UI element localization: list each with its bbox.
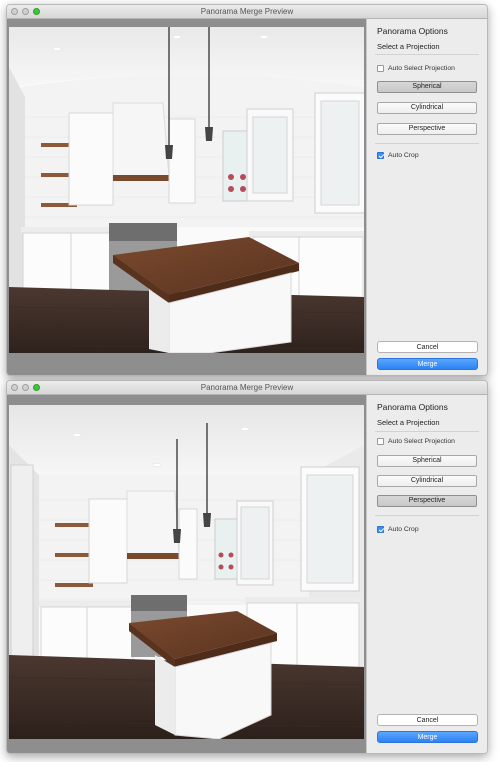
auto-select-projection-label: Auto Select Projection xyxy=(388,438,455,445)
panel-title: Panorama Options xyxy=(377,402,448,412)
window-title: Panorama Merge Preview xyxy=(200,7,294,16)
merge-button[interactable]: Merge xyxy=(377,731,478,743)
cylindrical-button[interactable]: Cylindrical xyxy=(377,475,477,487)
perspective-button[interactable]: Perspective xyxy=(377,495,477,507)
preview-area xyxy=(7,19,366,375)
checkbox-icon[interactable] xyxy=(377,526,384,533)
merge-button[interactable]: Merge xyxy=(377,358,478,370)
perspective-button[interactable]: Perspective xyxy=(377,123,477,135)
divider xyxy=(375,515,479,516)
auto-select-projection-checkbox[interactable]: Auto Select Projection xyxy=(377,65,455,72)
kitchen-photo-spherical xyxy=(9,27,364,353)
auto-crop-checkbox[interactable]: Auto Crop xyxy=(377,152,419,159)
title-bar[interactable]: Panorama Merge Preview xyxy=(7,381,487,395)
checkbox-icon[interactable] xyxy=(377,152,384,159)
panorama-options-panel: Panorama Options Select a Projection Aut… xyxy=(366,395,487,753)
projection-subtitle: Select a Projection xyxy=(377,418,440,427)
auto-crop-label: Auto Crop xyxy=(388,152,419,159)
auto-crop-checkbox[interactable]: Auto Crop xyxy=(377,526,419,533)
panorama-preview-image xyxy=(9,27,364,353)
auto-select-projection-checkbox[interactable]: Auto Select Projection xyxy=(377,438,455,445)
panel-title: Panorama Options xyxy=(377,26,448,36)
checkbox-icon[interactable] xyxy=(377,438,384,445)
window-title: Panorama Merge Preview xyxy=(200,383,294,392)
divider xyxy=(375,143,479,144)
spherical-button[interactable]: Spherical xyxy=(377,81,477,93)
cylindrical-button[interactable]: Cylindrical xyxy=(377,102,477,114)
auto-crop-label: Auto Crop xyxy=(388,526,419,533)
preview-area xyxy=(7,395,366,753)
cancel-button[interactable]: Cancel xyxy=(377,714,478,726)
kitchen-photo-perspective xyxy=(9,405,364,739)
projection-subtitle: Select a Projection xyxy=(377,42,440,51)
auto-select-projection-label: Auto Select Projection xyxy=(388,65,455,72)
panorama-merge-window-spherical: Panorama Merge Preview Panorama Options … xyxy=(6,4,488,376)
cancel-button[interactable]: Cancel xyxy=(377,341,478,353)
checkbox-icon[interactable] xyxy=(377,65,384,72)
panorama-preview-image xyxy=(9,405,364,739)
panorama-merge-window-perspective: Panorama Merge Preview Panorama Options … xyxy=(6,380,488,754)
title-bar[interactable]: Panorama Merge Preview xyxy=(7,5,487,19)
divider xyxy=(375,54,479,55)
spherical-button[interactable]: Spherical xyxy=(377,455,477,467)
divider xyxy=(375,431,479,432)
panorama-options-panel: Panorama Options Select a Projection Aut… xyxy=(366,19,487,375)
